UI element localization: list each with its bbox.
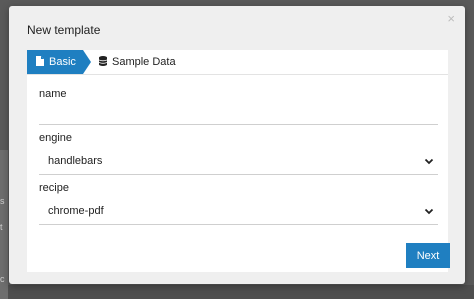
recipe-select[interactable]: chrome-pdf — [39, 200, 438, 222]
name-label: name — [39, 88, 67, 100]
recipe-select-underline — [39, 224, 438, 225]
engine-select-value: handlebars — [48, 155, 103, 167]
new-template-dialog: New template × Basic Sample Data name en… — [9, 6, 465, 284]
tab-bar: Basic Sample Data — [27, 50, 448, 75]
tab-basic-label: Basic — [49, 56, 76, 68]
chevron-down-icon — [424, 208, 434, 215]
tab-basic[interactable]: Basic — [27, 50, 91, 74]
background-text-fragment: c — [0, 274, 5, 284]
engine-select-underline — [39, 174, 438, 175]
name-input[interactable] — [39, 103, 438, 123]
chevron-down-icon — [424, 158, 434, 165]
background-text-fragment: t — [0, 222, 3, 232]
tab-sample-data-label: Sample Data — [112, 56, 176, 68]
recipe-label: recipe — [39, 182, 69, 194]
recipe-select-value: chrome-pdf — [48, 205, 104, 217]
background-text-fragment: s — [0, 196, 5, 206]
tab-sample-data[interactable]: Sample Data — [98, 50, 176, 74]
database-icon — [98, 55, 108, 69]
engine-select[interactable]: handlebars — [39, 150, 438, 172]
background-page-footer — [8, 285, 474, 299]
next-button[interactable]: Next — [406, 243, 450, 268]
engine-label: engine — [39, 132, 73, 144]
file-icon — [36, 55, 44, 69]
name-input-underline — [39, 124, 438, 125]
form-panel: Basic Sample Data name engine handlebars… — [27, 50, 448, 272]
close-button[interactable]: × — [447, 12, 455, 25]
dialog-title: New template — [27, 23, 101, 37]
